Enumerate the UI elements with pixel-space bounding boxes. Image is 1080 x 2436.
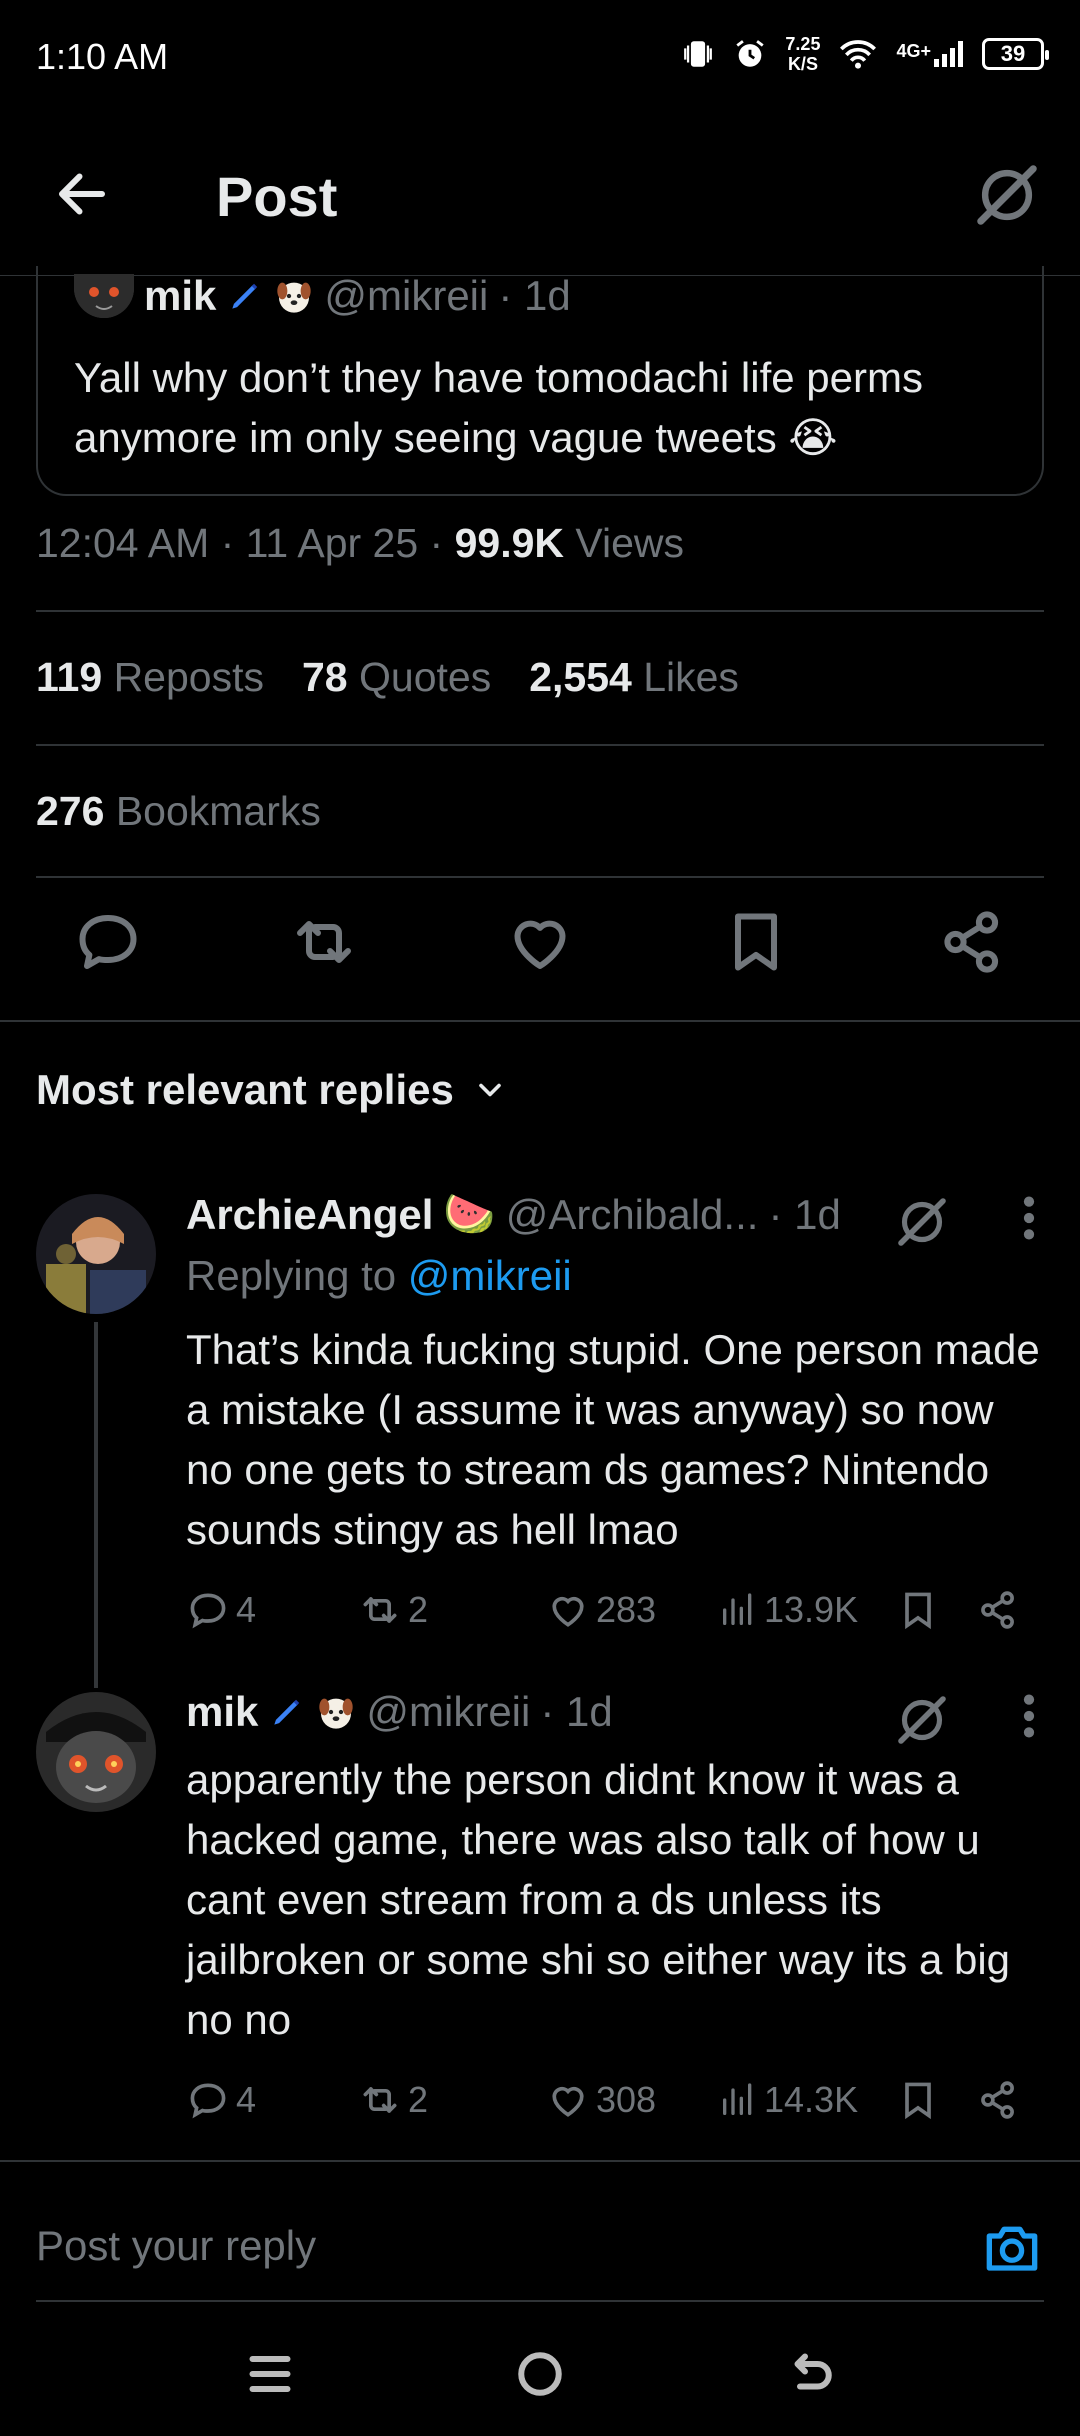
quoted-author-handle: @mikreii [324, 272, 489, 319]
vibrate-icon [684, 41, 713, 67]
reply-post[interactable]: mik @mikreii · 1d apparently the person … [0, 1688, 1080, 2128]
reply-post[interactable]: ArchieAngel 🍉 @Archibald... · 1d Replyin… [0, 1190, 1080, 1660]
signal-indicator: 4G+ [896, 41, 964, 67]
share-icon [981, 1591, 1014, 1629]
status-time: 1:10 AM [36, 36, 169, 77]
likes-stat[interactable]: 2,554 Likes [529, 654, 739, 701]
repost-icon [363, 2087, 397, 2113]
avatar[interactable] [36, 1692, 156, 1812]
reply-input[interactable]: Post your reply [36, 2222, 316, 2270]
reply-composer: Post your reply [0, 2160, 1080, 2302]
camera-icon[interactable] [980, 2216, 1044, 2280]
reply-count-button[interactable]: 4 [186, 2072, 256, 2128]
repost-button[interactable]: 2 [358, 1582, 428, 1638]
reply-header: ArchieAngel 🍉 @Archibald... · 1d [186, 1190, 841, 1239]
post-timestamp: 12:04 AM · 11 Apr 25 · 99.9K Views [36, 520, 685, 566]
repost-button[interactable]: 2 [358, 2072, 428, 2128]
reply-author-handle: @mikreii [366, 1688, 531, 1735]
reply-header: mik @mikreii · 1d [186, 1688, 613, 1736]
reply-time: · 1d [540, 1688, 613, 1735]
post-stats: 119 Reposts 78 Quotes 2,554 Likes [36, 654, 739, 701]
reply-author-handle: @Archibald... [505, 1190, 759, 1238]
system-nav-bar [0, 2300, 1080, 2436]
bookmarks-stat[interactable]: 276 Bookmarks [36, 788, 321, 835]
recents-menu-icon[interactable] [240, 2344, 300, 2404]
dog-emoji-icon [319, 1698, 354, 1729]
share-button[interactable] [976, 1582, 1020, 1638]
status-icons: 7.25 K/S 4G+ 39 [681, 34, 1049, 74]
quoted-post-text: Yall why don’t they have tomodachi life … [74, 354, 923, 461]
bookmark-icon [905, 2082, 931, 2120]
reply-icon [190, 2083, 226, 2119]
views-button[interactable]: 14.3K [718, 2072, 858, 2128]
reply-time: · 1d [768, 1190, 841, 1238]
pen-icon [274, 1699, 300, 1725]
alarm-icon [736, 40, 765, 67]
like-button[interactable]: 308 [546, 2072, 656, 2128]
back-nav-icon[interactable] [780, 2344, 840, 2404]
bookmark-button[interactable] [896, 2072, 940, 2128]
replying-to: Replying to @mikreii [186, 1252, 572, 1299]
repost-icon [363, 1597, 397, 1623]
quoted-author-name: mik [144, 272, 217, 319]
reply-text: That’s kinda fucking stupid. One person … [186, 1326, 1040, 1553]
wifi-icon [840, 40, 877, 69]
views-icon [723, 2083, 752, 2115]
reply-action-bar: 4 2 283 13.9K [186, 1582, 1046, 1638]
battery-indicator: 39 [982, 38, 1049, 70]
like-icon [552, 1596, 584, 1627]
quoted-post-header: mik @mikreii · 1d [74, 266, 571, 326]
signal-bars-icon [934, 41, 963, 67]
reply-author-name[interactable]: mik [186, 1688, 258, 1736]
reply-action-bar: 4 2 308 14.3K [186, 2072, 1046, 2128]
chevron-down-icon [479, 1083, 501, 1097]
mention-link[interactable]: @mikreii [408, 1252, 572, 1299]
share-button[interactable] [976, 2072, 1020, 2128]
grok-icon[interactable] [972, 160, 1042, 230]
status-bar: 1:10 AM 7.25 K/S 4G+ 39 [0, 0, 1080, 110]
reply-icon[interactable] [72, 906, 144, 978]
views-icon [723, 1593, 752, 1625]
divider [36, 876, 1044, 878]
more-options-icon[interactable] [1014, 1190, 1044, 1246]
more-options-icon[interactable] [1014, 1688, 1044, 1744]
top-bar: Post [0, 110, 1080, 276]
home-circle-icon[interactable] [510, 2344, 570, 2404]
reply-author-name[interactable]: ArchieAngel [186, 1191, 433, 1239]
replies-sort-dropdown[interactable]: Most relevant replies [36, 1066, 508, 1114]
avatar[interactable] [36, 1194, 156, 1314]
watermelon-emoji: 🍉 [443, 1190, 496, 1237]
bookmark-button[interactable] [896, 1582, 940, 1638]
grok-icon[interactable] [894, 1194, 950, 1250]
reply-text: apparently the person didnt know it was … [186, 1756, 1011, 2043]
page-title: Post [216, 165, 338, 228]
divider [36, 610, 1044, 612]
quotes-stat[interactable]: 78 Quotes [302, 654, 491, 701]
grok-icon[interactable] [894, 1692, 950, 1748]
views-button[interactable]: 13.9K [718, 1582, 858, 1638]
quoted-post-time: · 1d [498, 272, 571, 319]
arrow-left-icon[interactable] [52, 164, 112, 224]
divider [36, 744, 1044, 746]
reply-icon [190, 1593, 226, 1629]
reply-count-button[interactable]: 4 [186, 1582, 256, 1638]
divider [0, 1020, 1080, 1022]
bookmark-icon [905, 1592, 931, 1630]
share-icon [981, 2081, 1014, 2119]
quoted-post-card[interactable]: mik @mikreii · 1d Yall why don’t they ha… [36, 266, 1044, 496]
like-icon [552, 2086, 584, 2117]
repost-icon[interactable] [288, 906, 360, 978]
post-action-bar [0, 906, 1080, 1018]
share-icon[interactable] [936, 906, 1008, 978]
avatar [74, 274, 134, 318]
reposts-stat[interactable]: 119 Reposts [36, 654, 264, 701]
like-icon[interactable] [504, 906, 576, 978]
pen-icon [232, 283, 258, 309]
dog-emoji-icon [277, 282, 312, 313]
bookmark-icon[interactable] [720, 906, 792, 978]
net-speed: 7.25 K/S [785, 34, 821, 74]
like-button[interactable]: 283 [546, 1582, 656, 1638]
views-count: 99.9K [454, 520, 565, 566]
